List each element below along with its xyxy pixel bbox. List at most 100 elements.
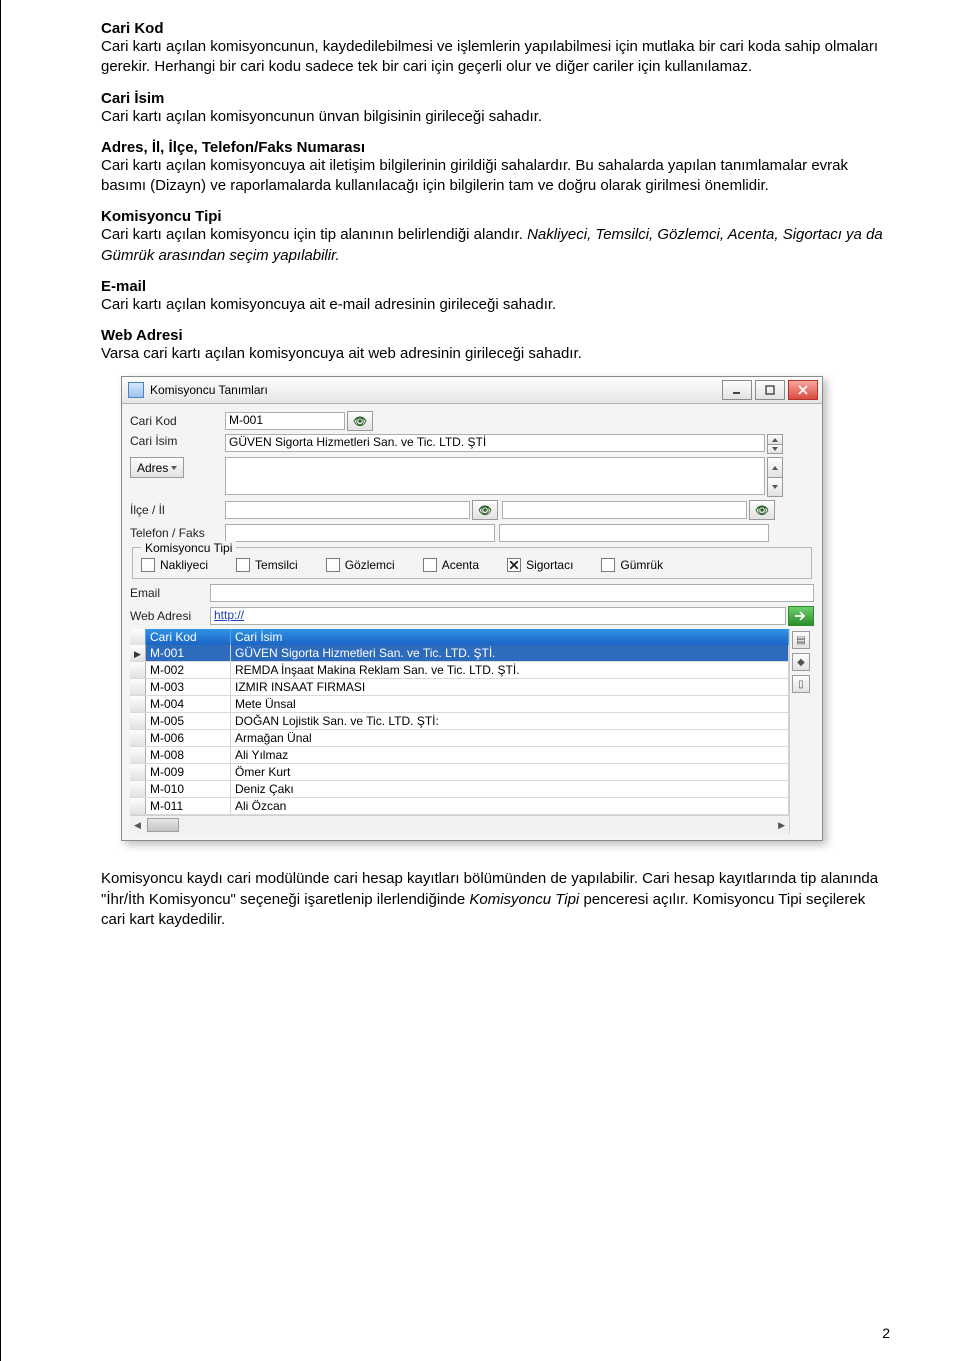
- cell-code: M-009: [146, 764, 231, 780]
- email-input[interactable]: [210, 584, 814, 602]
- section-heading: Adres, İl, İlçe, Telefon/Faks Numarası: [101, 139, 890, 156]
- spinner-up-icon[interactable]: [767, 434, 783, 444]
- minimize-button[interactable]: [722, 380, 752, 400]
- cell-code: M-004: [146, 696, 231, 712]
- table-row[interactable]: M-010Deniz Çakı: [130, 781, 789, 798]
- maximize-button[interactable]: [755, 380, 785, 400]
- komisyoncu-tipi-fieldset: Komisyoncu Tipi NakliyeciTemsilciGözlemc…: [132, 547, 812, 579]
- chevron-down-icon: [171, 466, 177, 470]
- checkbox-icon[interactable]: [601, 558, 615, 572]
- checkbox-gümrük[interactable]: Gümrük: [601, 558, 663, 572]
- checkbox-gözlemci[interactable]: Gözlemci: [326, 558, 395, 572]
- table-row[interactable]: M-004Mete Ünsal: [130, 696, 789, 713]
- checkbox-icon[interactable]: [326, 558, 340, 572]
- il-input[interactable]: [502, 501, 747, 519]
- scrollbar-thumb[interactable]: [147, 818, 179, 832]
- section-body: Cari kartı açılan komisyoncuya ait ileti…: [101, 156, 890, 197]
- section-heading: E-mail: [101, 278, 890, 295]
- row-handle[interactable]: [130, 662, 146, 678]
- adres-input[interactable]: [225, 457, 765, 495]
- section-heading: Komisyoncu Tipi: [101, 208, 890, 225]
- ilce-input[interactable]: [225, 501, 470, 519]
- table-row[interactable]: M-011Ali Özcan: [130, 798, 789, 815]
- cell-name: Ömer Kurt: [231, 764, 789, 780]
- checkbox-acenta[interactable]: Acenta: [423, 558, 479, 572]
- row-handle[interactable]: [130, 798, 146, 814]
- checkbox-label: Gümrük: [620, 558, 663, 572]
- section-heading: Web Adresi: [101, 327, 890, 344]
- binoculars-icon: 👁: [478, 504, 492, 517]
- cell-code: M-011: [146, 798, 231, 814]
- table-row[interactable]: ▶M-001GÜVEN Sigorta Hizmetleri San. ve T…: [130, 645, 789, 662]
- label-cari-kod: Cari Kod: [130, 414, 225, 428]
- table-row[interactable]: M-006Armağan Ünal: [130, 730, 789, 747]
- checkbox-icon[interactable]: [507, 558, 521, 572]
- window-title: Komisyoncu Tanımları: [150, 383, 268, 397]
- spinner-down-icon[interactable]: [767, 444, 783, 455]
- titlebar[interactable]: Komisyoncu Tanımları: [122, 377, 822, 404]
- binoculars-icon: 👁: [353, 415, 367, 428]
- checkbox-label: Nakliyeci: [160, 558, 208, 572]
- lookup-button[interactable]: 👁: [749, 500, 775, 520]
- checkbox-label: Gözlemci: [345, 558, 395, 572]
- adres-dropdown[interactable]: Adres: [130, 457, 184, 478]
- horizontal-scrollbar[interactable]: ◀ ▶: [130, 815, 789, 834]
- cell-name: Mete Ünsal: [231, 696, 789, 712]
- column-header[interactable]: Cari Kod: [146, 629, 231, 645]
- checkbox-icon[interactable]: [423, 558, 437, 572]
- web-input[interactable]: http://: [210, 607, 786, 625]
- binoculars-icon: 👁: [755, 504, 769, 517]
- page-number: 2: [882, 1325, 890, 1341]
- column-header[interactable]: Cari İsim: [231, 629, 789, 645]
- table-row[interactable]: M-005DOĞAN Lojistik San. ve Tic. LTD. ŞT…: [130, 713, 789, 730]
- grid-tool-icon[interactable]: ◆: [792, 653, 810, 671]
- telefon-input[interactable]: [225, 524, 495, 542]
- row-handle[interactable]: [130, 696, 146, 712]
- checkbox-label: Acenta: [442, 558, 479, 572]
- section-heading: Cari İsim: [101, 90, 890, 107]
- grid-header[interactable]: Cari Kod Cari İsim: [130, 629, 789, 645]
- table-row[interactable]: M-003IZMIR INSAAT FIRMASI: [130, 679, 789, 696]
- table-row[interactable]: M-008Ali Yılmaz: [130, 747, 789, 764]
- row-handle[interactable]: ▶: [130, 645, 146, 661]
- cari-isim-input[interactable]: GÜVEN Sigorta Hizmetleri San. ve Tic. LT…: [225, 434, 765, 452]
- label-ilce-il: İlçe / İl: [130, 503, 225, 517]
- section-heading: Cari Kod: [101, 20, 890, 37]
- spinner-down-icon[interactable]: [767, 477, 783, 498]
- row-handle[interactable]: [130, 747, 146, 763]
- row-handle[interactable]: [130, 679, 146, 695]
- row-handle[interactable]: [130, 764, 146, 780]
- cell-code: M-008: [146, 747, 231, 763]
- dialog-window: Komisyoncu Tanımları Cari Kod M-001 👁: [121, 376, 823, 841]
- section-body: Varsa cari kartı açılan komisyoncuya ait…: [101, 344, 890, 364]
- checkbox-nakliyeci[interactable]: Nakliyeci: [141, 558, 208, 572]
- spinner[interactable]: [767, 434, 783, 454]
- spinner-up-icon[interactable]: [767, 457, 783, 477]
- cell-code: M-003: [146, 679, 231, 695]
- section-body: Cari kartı açılan komisyoncunun, kaydedi…: [101, 37, 890, 78]
- close-button[interactable]: [788, 380, 818, 400]
- checkbox-sigortacı[interactable]: Sigortacı: [507, 558, 573, 572]
- cell-code: M-010: [146, 781, 231, 797]
- cell-name: GÜVEN Sigorta Hizmetleri San. ve Tic. LT…: [231, 645, 789, 661]
- cell-name: Ali Yılmaz: [231, 747, 789, 763]
- cari-kod-input[interactable]: M-001: [225, 412, 345, 430]
- lookup-button[interactable]: 👁: [347, 411, 373, 431]
- spinner[interactable]: [767, 457, 783, 497]
- table-row[interactable]: M-002REMDA İnşaat Makina Reklam San. ve …: [130, 662, 789, 679]
- go-button[interactable]: [788, 606, 814, 626]
- checkbox-temsilci[interactable]: Temsilci: [236, 558, 298, 572]
- faks-input[interactable]: [499, 524, 769, 542]
- cell-name: Ali Özcan: [231, 798, 789, 814]
- grid-tool-icon[interactable]: ▯: [792, 675, 810, 693]
- lookup-button[interactable]: 👁: [472, 500, 498, 520]
- row-handle[interactable]: [130, 730, 146, 746]
- row-handle[interactable]: [130, 781, 146, 797]
- table-row[interactable]: M-009Ömer Kurt: [130, 764, 789, 781]
- grid-tool-icon[interactable]: ▤: [792, 631, 810, 649]
- checkbox-icon[interactable]: [236, 558, 250, 572]
- row-handle[interactable]: [130, 713, 146, 729]
- checkbox-icon[interactable]: [141, 558, 155, 572]
- cell-code: M-002: [146, 662, 231, 678]
- arrow-right-icon: [795, 611, 807, 621]
